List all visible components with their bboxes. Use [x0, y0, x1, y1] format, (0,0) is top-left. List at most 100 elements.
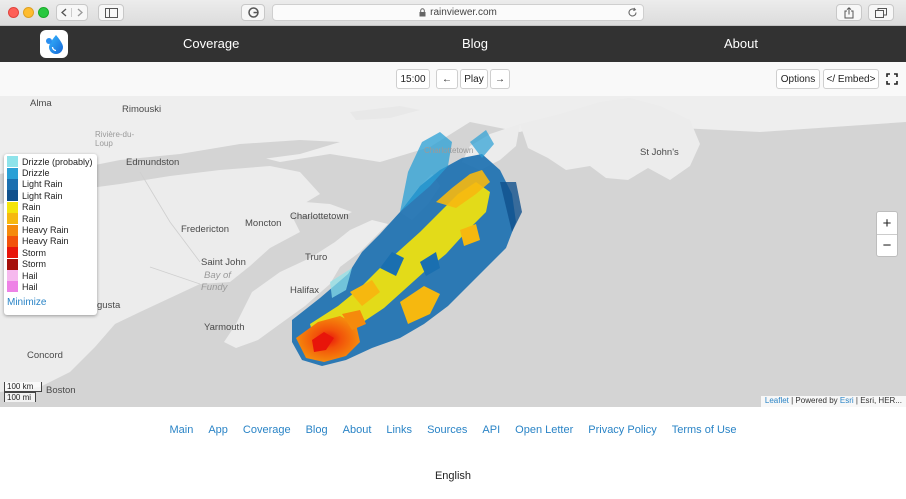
minimize-legend-link[interactable]: Minimize — [7, 297, 94, 308]
language-selector[interactable]: English — [0, 470, 906, 482]
zoom-out-button[interactable]: − — [877, 234, 897, 256]
back-icon[interactable] — [57, 8, 73, 17]
leaflet-link[interactable]: Leaflet — [765, 396, 789, 405]
legend-swatch — [7, 167, 18, 179]
legend-swatch — [7, 178, 18, 190]
legend-label: Heavy Rain — [22, 236, 69, 247]
footer-link-main[interactable]: Main — [169, 424, 193, 436]
share-button[interactable] — [836, 4, 862, 21]
legend-label: Rain — [22, 202, 41, 213]
place-label: Truro — [305, 252, 328, 263]
footer-link-open-letter[interactable]: Open Letter — [515, 424, 573, 436]
legend-item: Drizzle (probably) — [7, 156, 94, 168]
map-toolbar: 15:00 ← Play → Options </ Embed> — [0, 62, 906, 96]
attribution-text: | Powered by — [788, 396, 840, 405]
esri-link[interactable]: Esri — [840, 396, 854, 405]
minimize-window-button[interactable] — [23, 7, 34, 18]
history-nav-buttons — [56, 4, 88, 21]
legend-swatch — [7, 201, 18, 213]
radar-map[interactable]: Alma Rimouski Rivière-du-Loup Edmundston… — [0, 62, 906, 407]
time-display[interactable]: 15:00 — [396, 69, 430, 89]
footer-link-privacy-policy[interactable]: Privacy Policy — [588, 424, 656, 436]
legend-item: Light Rain — [7, 190, 94, 202]
legend-item: Light Rain — [7, 178, 94, 190]
sidebar-toggle-button[interactable] — [98, 4, 124, 21]
next-frame-button[interactable]: → — [490, 69, 510, 89]
footer-link-about[interactable]: About — [343, 424, 372, 436]
place-label: gusta — [97, 300, 121, 311]
legend-label: Drizzle — [22, 168, 50, 179]
options-button[interactable]: Options — [776, 69, 820, 89]
raindrop-logo-icon — [46, 35, 63, 54]
legend-item: Storm — [7, 258, 94, 270]
footer-link-api[interactable]: API — [482, 424, 500, 436]
nav-coverage-link[interactable]: Coverage — [183, 36, 239, 51]
place-label: Fundy — [201, 282, 228, 293]
legend-swatch — [7, 156, 18, 168]
legend-item: Rain — [7, 201, 94, 213]
zoom-in-button[interactable]: + — [877, 212, 897, 234]
legend-swatch — [7, 235, 18, 247]
url-text: rainviewer.com — [430, 7, 497, 18]
fullscreen-button[interactable] — [884, 69, 900, 89]
share-icon — [844, 6, 854, 18]
play-button[interactable]: Play — [460, 69, 488, 89]
forward-icon[interactable] — [72, 8, 87, 17]
legend-label: Light Rain — [22, 190, 63, 201]
site-settings-button[interactable] — [241, 4, 265, 21]
place-label: Rivière-du-Loup — [95, 130, 135, 148]
legend-label: Drizzle (probably) — [22, 156, 93, 167]
place-label: Concord — [27, 350, 63, 361]
place-label: Fredericton — [181, 224, 230, 235]
precipitation-legend: Drizzle (probably) Drizzle Light Rain Light… — [4, 154, 97, 315]
place-label: Moncton — [245, 218, 282, 229]
scale-km: 100 km — [4, 382, 42, 392]
legend-swatch — [7, 281, 18, 293]
footer-link-terms-of-use[interactable]: Terms of Use — [672, 424, 737, 436]
embed-button[interactable]: </ Embed> — [823, 69, 879, 89]
legend-label: Heavy Rain — [22, 225, 69, 236]
legend-label: Hail — [22, 270, 38, 281]
legend-swatch — [7, 213, 18, 225]
footer-link-coverage[interactable]: Coverage — [243, 424, 291, 436]
sidebar-icon — [104, 7, 118, 18]
place-label: Charlottetown — [424, 146, 474, 155]
place-label: Edmundston — [126, 157, 180, 168]
legend-item: Heavy Rain — [7, 224, 94, 236]
legend-label: Rain — [22, 213, 41, 224]
place-label: Boston — [46, 385, 76, 396]
legend-item: Rain — [7, 213, 94, 225]
legend-label: Light Rain — [22, 179, 63, 190]
address-bar[interactable]: rainviewer.com — [272, 4, 644, 21]
place-label: St John's — [640, 147, 679, 158]
lock-icon — [419, 8, 426, 17]
footer-link-blog[interactable]: Blog — [306, 424, 328, 436]
footer-link-sources[interactable]: Sources — [427, 424, 467, 436]
rainviewer-logo[interactable] — [40, 30, 68, 58]
previous-frame-button[interactable]: ← — [436, 69, 458, 89]
place-label: Yarmouth — [204, 322, 245, 333]
legend-swatch — [7, 258, 18, 270]
zoom-control: + − — [876, 211, 898, 257]
place-label: Halifax — [290, 285, 320, 296]
place-label: Charlottetown — [290, 211, 349, 222]
legend-label: Storm — [22, 259, 47, 270]
site-header: Coverage Blog About — [0, 26, 906, 62]
legend-item: Storm — [7, 247, 94, 259]
place-label: Rimouski — [122, 104, 162, 115]
legend-item: Heavy Rain — [7, 235, 94, 247]
footer-link-links[interactable]: Links — [386, 424, 412, 436]
close-window-button[interactable] — [8, 7, 19, 18]
legend-swatch — [7, 270, 18, 282]
footer-link-app[interactable]: App — [208, 424, 228, 436]
tabs-overview-button[interactable] — [868, 4, 894, 21]
nav-about-link[interactable]: About — [724, 36, 758, 51]
fullscreen-icon — [886, 73, 898, 85]
nav-blog-link[interactable]: Blog — [462, 36, 488, 51]
site-footer: Main App Coverage Blog About Links Sourc… — [0, 407, 906, 499]
map-scale: 100 km 100 mi — [4, 382, 42, 402]
reload-icon[interactable] — [627, 7, 638, 18]
legend-label: Hail — [22, 281, 38, 292]
legend-item: Hail — [7, 281, 94, 293]
fullscreen-window-button[interactable] — [38, 7, 49, 18]
